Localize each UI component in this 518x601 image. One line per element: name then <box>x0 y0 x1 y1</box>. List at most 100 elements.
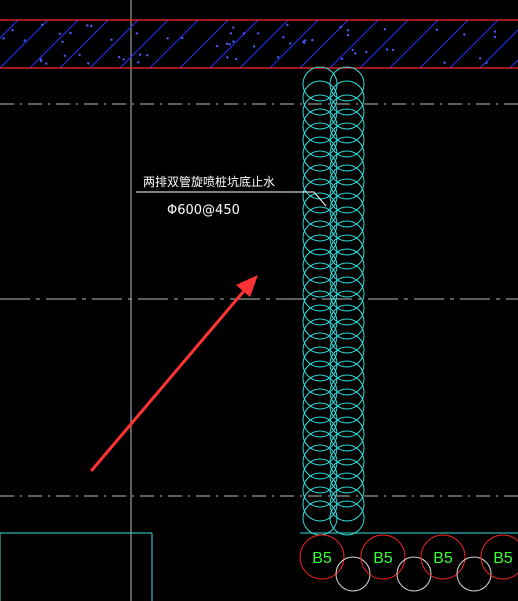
annotation-title: 两排双管旋喷桩坑底止水 <box>143 174 275 189</box>
hatch-dot <box>232 40 235 43</box>
hatch-dot <box>61 40 64 43</box>
hatch-dot <box>485 61 488 64</box>
hatch-line <box>149 20 199 68</box>
annotation-spec: Φ600@450 <box>167 203 240 218</box>
hatched-soil-band <box>0 19 518 69</box>
hatch-line <box>449 20 499 68</box>
red-arrow <box>90 275 258 472</box>
hatch-dot <box>63 54 66 57</box>
hatch-dot <box>383 28 387 31</box>
hatch-dot <box>166 37 169 40</box>
hatch-dot <box>181 36 184 40</box>
annotation-group: 两排双管旋喷桩坑底止水 Φ600@450 <box>136 174 327 218</box>
pile-circle <box>329 360 365 396</box>
hatch-dot <box>45 62 48 65</box>
hatch-line <box>479 29 518 68</box>
hatch-dot <box>346 29 350 32</box>
hatch-dot <box>493 30 497 33</box>
pile-circle <box>302 150 338 186</box>
hatch-dot <box>385 48 389 51</box>
hatch-dot <box>365 50 368 54</box>
hatch-dot <box>435 28 438 31</box>
hatch-dot <box>339 25 342 29</box>
pile-circle <box>302 220 338 256</box>
hatch-dot <box>58 32 61 35</box>
pile-circle <box>329 164 365 200</box>
pile-circle <box>302 388 338 424</box>
hatch-dot <box>90 24 93 28</box>
pile-circle <box>302 444 338 480</box>
pile-circle <box>329 388 365 424</box>
hatch-dot <box>137 61 140 64</box>
pile-circle <box>302 416 338 452</box>
hatch-line <box>329 20 379 68</box>
pile-circle <box>329 402 365 438</box>
pile-circle <box>329 178 365 214</box>
pile-circle <box>302 94 338 130</box>
pile-circle <box>302 234 338 270</box>
pile-circle <box>302 458 338 494</box>
hatch-dot <box>86 24 89 27</box>
hatch-dot <box>2 37 5 40</box>
hatch-dot <box>117 56 121 59</box>
pile-circle <box>302 374 338 410</box>
pile-section-circle <box>335 556 371 592</box>
cad-drawing-canvas[interactable]: 两排双管旋喷桩坑底止水 Φ600@450 B5 B5 B5 B5 <box>0 0 518 601</box>
pile-circle <box>329 192 365 228</box>
pile-circle <box>302 290 338 326</box>
hatch-dot <box>340 57 344 60</box>
pile-circle <box>302 108 338 144</box>
hatch-dot <box>493 35 496 39</box>
pile-circle <box>329 318 365 354</box>
hatch-dot <box>216 44 219 48</box>
pile-circle <box>302 346 338 382</box>
pile-circle <box>329 150 365 186</box>
hatch-dot <box>69 31 72 35</box>
hatch-dot <box>354 52 357 55</box>
pile-label-b5: B5 <box>433 550 453 567</box>
pile-label-b5: B5 <box>312 550 332 567</box>
pile-label-b5: B5 <box>493 550 513 567</box>
hatch-dot <box>232 26 235 29</box>
hatch-dot <box>78 53 81 57</box>
pile-circle <box>329 248 365 284</box>
hatch-dot <box>110 38 113 41</box>
hatch-dot <box>228 43 231 46</box>
pile-circle <box>302 80 338 116</box>
hatch-dot <box>235 57 238 61</box>
pile-circle <box>302 304 338 340</box>
hatch-dot <box>87 62 90 65</box>
hatch-line <box>0 20 19 39</box>
pile-circle <box>302 248 338 284</box>
hatch-dot <box>289 42 292 45</box>
hatch-dot <box>351 48 354 52</box>
pile-circle <box>329 346 365 382</box>
pile-circle <box>329 486 365 522</box>
hatch-dot <box>282 36 285 39</box>
hatch-dot <box>346 34 350 37</box>
pile-circle <box>329 472 365 508</box>
hatch-line <box>59 20 109 68</box>
hatch-dot <box>138 53 142 56</box>
hatch-line <box>359 20 409 68</box>
pile-circle <box>329 290 365 326</box>
hatch-dot <box>135 32 138 35</box>
hatch-line <box>419 20 469 68</box>
hatch-dot <box>122 58 125 61</box>
hatch-dot <box>443 61 446 64</box>
pile-circle <box>302 332 338 368</box>
hatch-dot <box>225 42 229 45</box>
pile-circle <box>302 500 338 536</box>
hatch-dot <box>286 23 289 27</box>
pile-circle <box>302 164 338 200</box>
hatch-dot <box>311 38 314 42</box>
hatch-dot <box>242 32 245 35</box>
hatch-dot <box>277 56 280 59</box>
hatch-line <box>269 20 319 68</box>
grid-lines <box>0 0 518 601</box>
hatch-line <box>119 20 169 68</box>
pile-circle <box>302 122 338 158</box>
pile-circle <box>329 206 365 242</box>
bottom-structure <box>0 532 518 601</box>
pile-section-circle <box>396 556 432 592</box>
